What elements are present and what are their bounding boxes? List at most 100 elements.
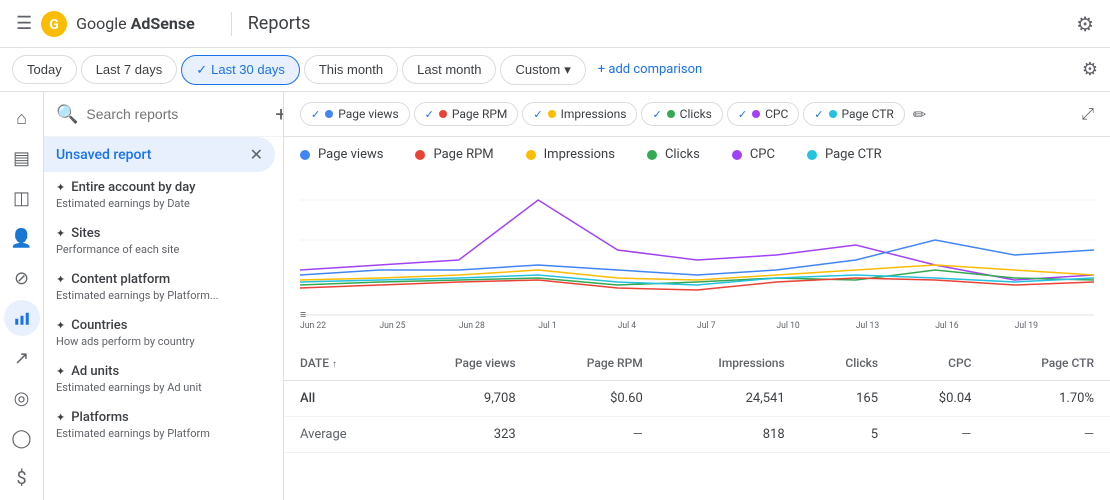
col-cpc[interactable]: CPC — [894, 346, 987, 381]
active-report-label: Unsaved report — [56, 147, 151, 163]
svg-text:Jun 22: Jun 22 — [300, 321, 326, 330]
legend-clicks-label: Clicks — [665, 147, 700, 162]
col-impressions[interactable]: Impressions — [659, 346, 801, 381]
app-name: Google AdSense — [76, 14, 195, 33]
nav-users-icon[interactable]: 👤 — [4, 220, 40, 256]
add-comparison-btn[interactable]: + add comparison — [598, 62, 702, 77]
legend-page-rpm-dot — [415, 150, 425, 160]
nav-optimization-icon[interactable]: ◎ — [4, 380, 40, 416]
pill-page-rpm[interactable]: ✓ Page RPM — [414, 102, 519, 126]
cell-cpc-0: $0.04 — [894, 381, 987, 417]
svg-text:Jun 28: Jun 28 — [459, 321, 485, 330]
cell-clicks-0: 165 — [801, 381, 894, 417]
pill-page-views[interactable]: ✓ Page views — [300, 102, 410, 126]
svg-text:Jul 7: Jul 7 — [697, 321, 716, 330]
nav-block-icon[interactable]: ⊘ — [4, 260, 40, 296]
legend-page-views-label: Page views — [318, 147, 383, 162]
col-date[interactable]: DATE ↑ — [284, 346, 398, 381]
nav-content-icon[interactable]: ▤ — [4, 140, 40, 176]
legend-impressions-dot — [526, 150, 536, 160]
content-area: ✓ Page views ✓ Page RPM ✓ Impressions ✓ … — [284, 92, 1110, 500]
nav-ads-icon[interactable]: ◫ — [4, 180, 40, 216]
pill-page-rpm-label: Page RPM — [452, 107, 508, 121]
svg-text:Jul 13: Jul 13 — [856, 321, 879, 330]
nav-insights-icon[interactable]: ↗ — [4, 340, 40, 376]
filter-thismonth[interactable]: This month — [304, 55, 398, 84]
cell-date-0: All — [284, 381, 398, 417]
sidebar-item-4-name: Ad units — [71, 364, 119, 379]
cell-cpc-1: — — [894, 417, 987, 453]
check-icon: ✓ — [311, 108, 320, 121]
nav-account-icon[interactable]: ◯ — [4, 420, 40, 456]
pill-cpc[interactable]: ✓ CPC — [727, 102, 799, 126]
col-page-views-label: Page views — [455, 356, 516, 370]
table-row: Average 323 — 818 5 — — — [284, 417, 1110, 453]
sidebar-item-1-desc: Performance of each site — [56, 243, 179, 256]
filter-custom[interactable]: Custom ▾ — [500, 55, 585, 85]
filter-last30[interactable]: ✓ Last 30 days — [181, 55, 300, 85]
cell-pagerpm-1: — — [532, 417, 659, 453]
sidebar-item-5-desc: Estimated earnings by Platform — [56, 427, 210, 440]
page-ctr-dot — [829, 110, 837, 118]
table-header-row: DATE ↑ Page views Page RPM Impressions C… — [284, 346, 1110, 381]
sidebar-item-0-name: Entire account by day — [71, 180, 195, 195]
sparkle-icon: ✦ — [56, 181, 65, 194]
table-row: All 9,708 $0.60 24,541 165 $0.04 1.70% — [284, 381, 1110, 417]
sidebar-item-5-name: Platforms — [71, 410, 129, 425]
close-icon[interactable]: ✕ — [250, 145, 263, 164]
filterbar: Today Last 7 days ✓ Last 30 days This mo… — [0, 48, 1110, 92]
pill-impressions[interactable]: ✓ Impressions — [522, 102, 637, 126]
check-icon: ✓ — [652, 108, 661, 121]
impressions-dot — [548, 110, 556, 118]
svg-text:Jul 16: Jul 16 — [935, 321, 958, 330]
sidebar-item-platforms[interactable]: ✦ Platforms Estimated earnings by Platfo… — [44, 402, 283, 448]
pill-cpc-label: CPC — [765, 107, 788, 121]
edit-icon[interactable]: ✏ — [913, 105, 926, 124]
sparkle-icon: ✦ — [56, 365, 65, 378]
check-icon: ✓ — [533, 108, 542, 121]
sidebar-item-ad-units[interactable]: ✦ Ad units Estimated earnings by Ad unit… — [44, 356, 283, 402]
cell-pagerpm-0: $0.60 — [532, 381, 659, 417]
pill-page-ctr[interactable]: ✓ Page CTR — [803, 102, 905, 126]
add-report-icon[interactable]: + — [275, 102, 284, 126]
legend-clicks-dot — [647, 150, 657, 160]
col-clicks[interactable]: Clicks — [801, 346, 894, 381]
check-icon: ✓ — [196, 62, 207, 78]
sidebar-item-content-platform[interactable]: ✦ Content platform Estimated earnings by… — [44, 264, 283, 310]
sidebar-item-0-desc: Estimated earnings by Date — [56, 197, 196, 210]
legend-impressions-label: Impressions — [544, 147, 615, 162]
gear-icon[interactable]: ⚙ — [1082, 59, 1098, 80]
hamburger-icon[interactable]: ☰ — [16, 13, 32, 34]
page-views-dot — [325, 110, 333, 118]
sidebar-item-1-name: Sites — [71, 226, 100, 241]
legend-page-views: Page views — [300, 147, 383, 162]
col-page-views[interactable]: Page views — [398, 346, 532, 381]
check-icon: ✓ — [425, 108, 434, 121]
col-impressions-label: Impressions — [718, 356, 784, 370]
topbar-logo: ☰ G Google AdSense — [16, 10, 195, 38]
pill-clicks-label: Clicks — [680, 107, 712, 121]
svg-text:Jul 10: Jul 10 — [776, 321, 799, 330]
filter-lastmonth[interactable]: Last month — [402, 55, 496, 84]
search-input[interactable] — [86, 106, 267, 122]
filter-last7[interactable]: Last 7 days — [81, 55, 178, 84]
legend-clicks: Clicks — [647, 147, 700, 162]
expand-icon[interactable]: ⤢ — [1081, 104, 1094, 124]
nav-home-icon[interactable]: ⌂ — [4, 100, 40, 136]
nav-reports-icon[interactable] — [4, 300, 40, 336]
cpc-dot — [752, 110, 760, 118]
col-page-rpm[interactable]: Page RPM — [532, 346, 659, 381]
settings-icon[interactable]: ⚙ — [1076, 12, 1094, 36]
active-report-item[interactable]: Unsaved report ✕ — [44, 137, 275, 172]
pill-clicks[interactable]: ✓ Clicks — [641, 102, 722, 126]
logo-divider — [231, 12, 232, 36]
col-page-rpm-label: Page RPM — [587, 356, 643, 370]
sidebar-item-countries[interactable]: ✦ Countries How ads perform by country ⋮ — [44, 310, 283, 356]
sidebar-item-entire-account[interactable]: ✦ Entire account by day Estimated earnin… — [44, 172, 283, 218]
chevron-down-icon: ▾ — [564, 62, 571, 78]
sidebar-item-sites[interactable]: ✦ Sites Performance of each site ⋮ — [44, 218, 283, 264]
filter-today[interactable]: Today — [12, 55, 77, 84]
col-page-ctr[interactable]: Page CTR — [987, 346, 1110, 381]
svg-text:Jul 1: Jul 1 — [538, 321, 557, 330]
nav-payments-icon[interactable]: $ — [4, 460, 40, 496]
